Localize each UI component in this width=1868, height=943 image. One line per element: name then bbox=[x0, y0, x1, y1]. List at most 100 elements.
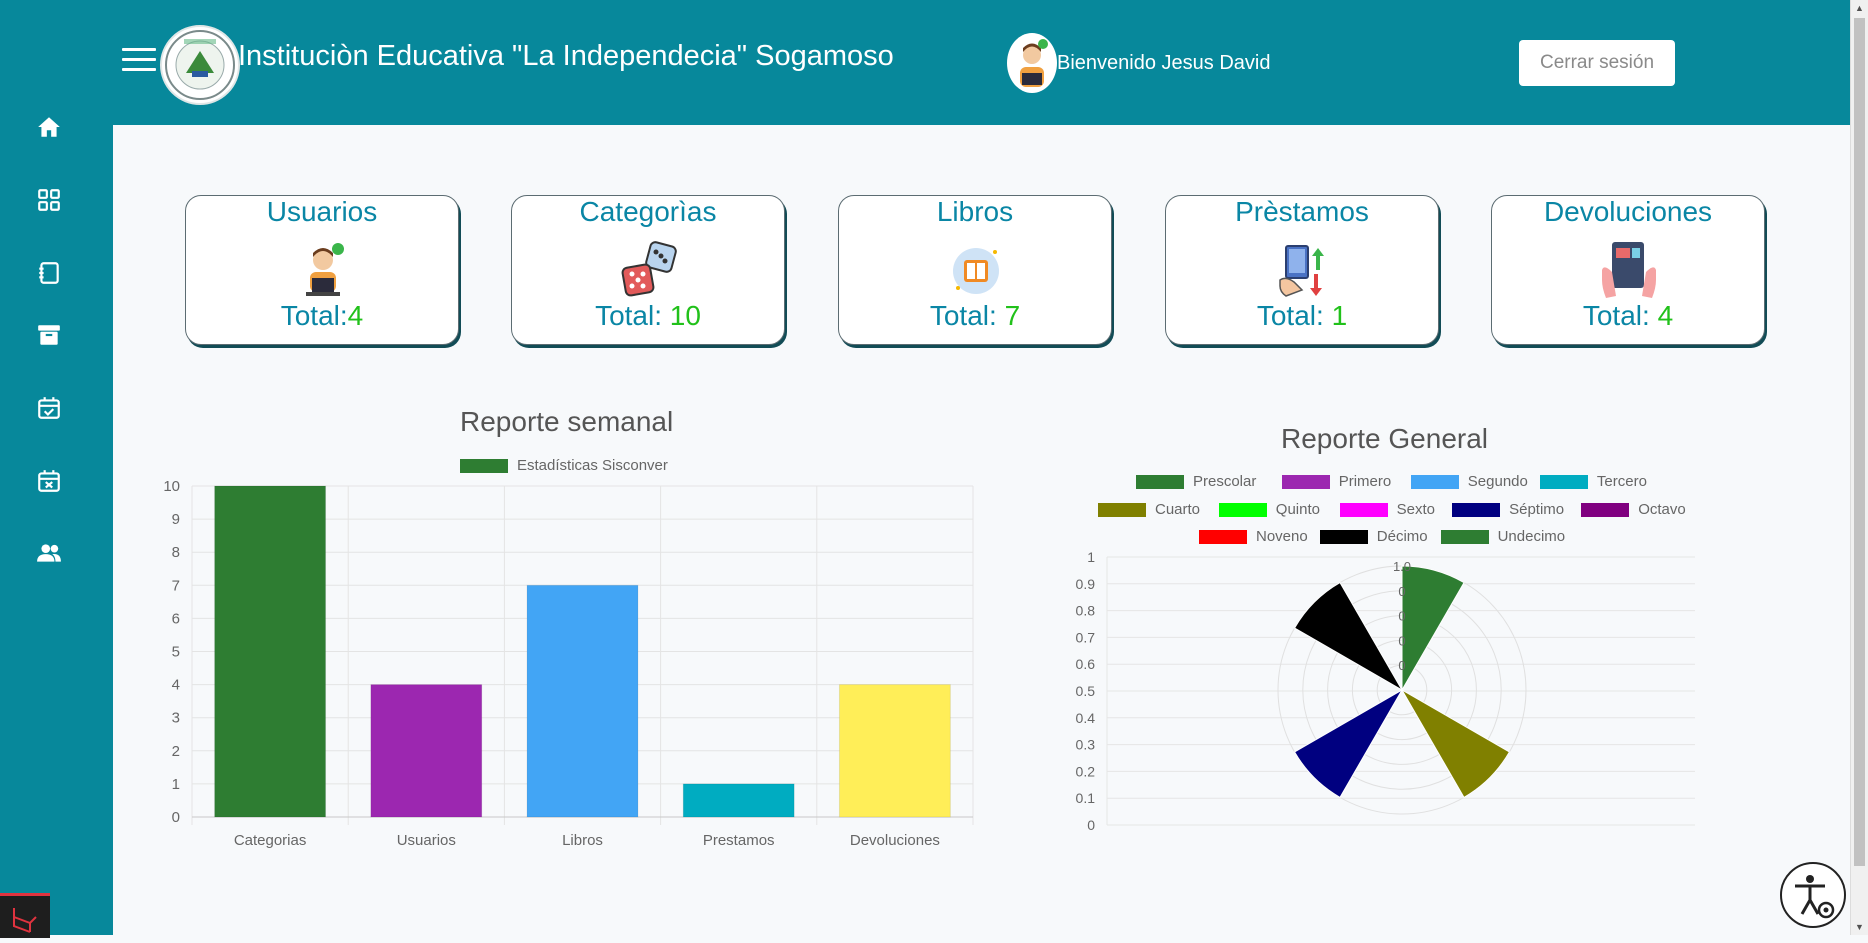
legend-label: Sexto bbox=[1396, 501, 1435, 518]
book-exchange-icon bbox=[1272, 240, 1334, 302]
legend-swatch bbox=[1539, 475, 1588, 490]
legend-item-sexto[interactable]: Sexto bbox=[1339, 501, 1435, 518]
y-tick-label: 0.6 bbox=[1076, 656, 1096, 672]
legend-swatch bbox=[1218, 503, 1267, 518]
legend-item-prescolar[interactable]: Prescolar bbox=[1136, 473, 1257, 490]
total-label: Total: bbox=[929, 300, 1005, 331]
legend-swatch bbox=[1452, 503, 1501, 518]
card-title: Devoluciones bbox=[1543, 196, 1713, 227]
legend-label: Décimo bbox=[1376, 528, 1428, 545]
vertical-scrollbar[interactable]: ▲ ▼ bbox=[1850, 0, 1868, 935]
menu-toggle-icon[interactable] bbox=[122, 48, 156, 76]
legend-item-undecimo[interactable]: Undecimo bbox=[1440, 528, 1565, 545]
school-logo bbox=[160, 25, 240, 105]
x-tick-label: Usuarios bbox=[397, 832, 456, 849]
y-tick-label: 0 bbox=[1087, 817, 1095, 833]
legend-item-quinto[interactable]: Quinto bbox=[1218, 501, 1320, 518]
home-icon[interactable] bbox=[36, 114, 62, 140]
card-usuarios[interactable]: Usuarios Total:4 bbox=[185, 195, 459, 345]
card-devoluciones[interactable]: Devoluciones Total: 4 bbox=[1491, 195, 1765, 345]
y-tick-label: 2 bbox=[172, 743, 180, 760]
site-title: Instituciòn Educativa "La Independecia" … bbox=[238, 40, 894, 72]
bar-libros bbox=[526, 584, 639, 818]
x-tick-label: Prestamos bbox=[703, 832, 775, 849]
x-tick-label: Categorias bbox=[234, 832, 307, 849]
legend-label: Cuarto bbox=[1155, 501, 1201, 518]
bar-categorias bbox=[214, 485, 327, 818]
legend-item-séptimo[interactable]: Séptimo bbox=[1452, 501, 1564, 518]
card-total: Total: 7 bbox=[839, 300, 1111, 332]
y-tick-label: 0.8 bbox=[1076, 603, 1096, 619]
welcome-message: Bienvenido Jesus David bbox=[1057, 52, 1271, 74]
y-tick-label: 8 bbox=[172, 544, 180, 561]
legend-label: Prescolar bbox=[1193, 473, 1257, 490]
legend-swatch bbox=[1581, 503, 1630, 518]
legend-item-tercero[interactable]: Tercero bbox=[1539, 473, 1647, 490]
scroll-down-icon[interactable]: ▼ bbox=[1851, 919, 1868, 935]
card-total: Total:4 bbox=[186, 300, 458, 332]
legend-swatch bbox=[1410, 475, 1459, 490]
bar-chart-title: Reporte semanal bbox=[460, 406, 674, 437]
legend-swatch bbox=[1440, 530, 1489, 545]
card-title: Libros bbox=[936, 196, 1014, 227]
y-tick-label: 0.3 bbox=[1076, 737, 1096, 753]
legend-label: Primero bbox=[1338, 473, 1392, 490]
card-libros[interactable]: Libros Total: 7 bbox=[838, 195, 1112, 345]
archive-icon[interactable] bbox=[36, 322, 62, 348]
card-title: Usuarios bbox=[266, 196, 378, 227]
radial-tick-label: 0 bbox=[1398, 633, 1405, 648]
card-total: Total: 1 bbox=[1166, 300, 1438, 332]
grid-icon[interactable] bbox=[36, 187, 62, 213]
x-tick-label: Libros bbox=[562, 832, 603, 849]
bar-prestamos bbox=[682, 783, 795, 818]
y-tick-label: 4 bbox=[172, 677, 180, 694]
legend-swatch bbox=[1098, 503, 1146, 518]
bar-usuarios bbox=[370, 684, 483, 818]
card-categorias[interactable]: Categorìas Total: 10 bbox=[511, 195, 785, 345]
y-tick-label: 9 bbox=[172, 511, 180, 528]
dice-icon bbox=[618, 240, 680, 302]
accessibility-icon[interactable] bbox=[1780, 862, 1846, 928]
calendar-x-icon[interactable] bbox=[36, 468, 62, 494]
legend-label: Octavo bbox=[1638, 501, 1686, 518]
laravel-debugbar-icon[interactable] bbox=[0, 893, 50, 938]
polar-chart-title: Reporte General bbox=[1281, 423, 1489, 454]
x-tick-label: Devoluciones bbox=[850, 832, 940, 849]
scroll-up-icon[interactable]: ▲ bbox=[1851, 0, 1868, 16]
legend-item-noveno[interactable]: Noveno bbox=[1199, 528, 1308, 545]
legend-item-octavo[interactable]: Octavo bbox=[1581, 501, 1686, 518]
logout-button[interactable]: Cerrar sesión bbox=[1519, 40, 1675, 86]
calendar-check-icon[interactable] bbox=[36, 395, 62, 421]
polar-chart: 0 0.1 0.2 0.3 0.4 0.5 0.6 0.7 0.8 0.9 1 1.0 0 0 0 0 bbox=[1076, 549, 1695, 833]
y-tick-label: 1 bbox=[172, 776, 180, 793]
legend-item-segundo[interactable]: Segundo bbox=[1410, 473, 1528, 490]
y-tick-label: 7 bbox=[172, 577, 180, 594]
legend-label: Quinto bbox=[1275, 501, 1320, 518]
scroll-thumb[interactable] bbox=[1854, 18, 1865, 866]
total-label: Total: bbox=[1582, 300, 1658, 331]
user-avatar bbox=[1007, 33, 1057, 93]
legend-item-cuarto[interactable]: Cuarto bbox=[1098, 501, 1201, 518]
y-tick-label: 1 bbox=[1087, 549, 1095, 565]
book-icon[interactable] bbox=[36, 260, 62, 286]
y-tick-label: 3 bbox=[172, 710, 180, 727]
radial-tick-label: 1.0 bbox=[1393, 559, 1411, 574]
polar-segment-séptimo bbox=[1293, 688, 1404, 799]
polar-segment-décimo bbox=[1293, 581, 1404, 692]
legend-item-primero[interactable]: Primero bbox=[1281, 473, 1392, 490]
total-value: 10 bbox=[669, 300, 701, 331]
legend-swatch bbox=[1281, 475, 1330, 490]
card-total: Total: 4 bbox=[1492, 300, 1764, 332]
polar-segment-prescolar bbox=[1401, 565, 1465, 692]
legend-swatch bbox=[1136, 475, 1184, 490]
card-prestamos[interactable]: Prèstamos Total: 1 bbox=[1165, 195, 1439, 345]
y-tick-label: 0.2 bbox=[1076, 763, 1096, 779]
radial-tick-label: 0 bbox=[1398, 609, 1405, 624]
bar-devoluciones bbox=[838, 684, 951, 818]
y-tick-label: 0.4 bbox=[1076, 710, 1096, 726]
users-icon[interactable] bbox=[36, 540, 62, 566]
y-tick-label: 5 bbox=[172, 644, 180, 661]
legend-item-décimo[interactable]: Décimo bbox=[1319, 528, 1428, 545]
legend-label: Noveno bbox=[1256, 528, 1308, 545]
polar-segment-cuarto bbox=[1400, 688, 1511, 799]
